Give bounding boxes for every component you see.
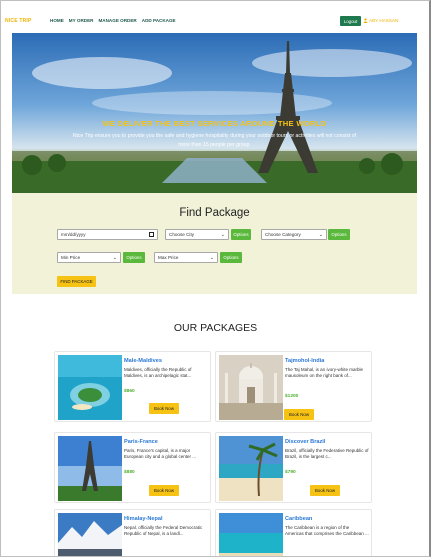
package-title[interactable]: Discover Brazil: [285, 439, 325, 445]
min-price-options-button[interactable]: Options: [123, 252, 145, 263]
package-price: $880: [124, 470, 135, 475]
max-price-options-button[interactable]: Options: [220, 252, 242, 263]
category-select-value: Choose Category: [265, 232, 301, 237]
city-options-button[interactable]: Options: [231, 229, 251, 240]
chevron-down-icon: ⌄: [112, 255, 117, 261]
min-price-select[interactable]: Min Price ⌄: [57, 252, 121, 263]
package-card[interactable]: Caribbean The Caribbean is a region of t…: [215, 509, 372, 556]
book-now-button[interactable]: Book Now: [149, 403, 179, 414]
find-package-section: Find Package mm/dd/yyyy Choose City ⌄ Op…: [12, 193, 417, 294]
package-price: $860: [124, 389, 135, 394]
choose-city-select[interactable]: Choose City ⌄: [165, 229, 229, 240]
hero-subtitle: Nice Trip ensure you to provide you the …: [72, 133, 357, 148]
min-price-value: Min Price: [61, 255, 81, 260]
package-title[interactable]: Himalay-Nepal: [124, 516, 163, 522]
user-icon: [363, 18, 368, 23]
package-card[interactable]: Paris-France Paris, France's capital, is…: [54, 432, 211, 503]
book-now-button[interactable]: Book Now: [149, 485, 179, 496]
package-description: The Taj Mahal, is an ivory-white marble …: [285, 367, 363, 379]
package-card[interactable]: Himalay-Nepal Nepal, officially the Fede…: [54, 509, 211, 556]
nav-links: HOME MY ORDER MANAGE ORDER ADD PACKAGE: [50, 18, 176, 23]
packages-title: OUR PACKAGES: [173, 322, 258, 334]
find-package-title: Find Package: [179, 207, 250, 219]
nav-my-order-link[interactable]: MY ORDER: [69, 18, 94, 23]
nav-manage-order-link[interactable]: MANAGE ORDER: [98, 18, 136, 23]
package-title[interactable]: Caribbean: [285, 516, 312, 522]
package-card[interactable]: Tajmohol-India The Taj Mahal, is an ivor…: [215, 351, 372, 422]
max-price-value: Max Price: [158, 255, 179, 260]
city-select-value: Choose City: [169, 232, 195, 237]
find-package-button[interactable]: FIND PACKAGE: [57, 276, 96, 287]
package-card[interactable]: Male-Maldives Maldives, officially the R…: [54, 351, 211, 422]
chevron-down-icon: ⌄: [318, 232, 323, 238]
calendar-icon[interactable]: [149, 232, 154, 237]
himalaya-image: [58, 513, 122, 556]
package-description: Nepal, officially the Federal Democratic…: [124, 525, 203, 537]
navbar: NICE TRIP HOME MY ORDER MANAGE ORDER ADD…: [1, 1, 429, 33]
eiffel-tower-image: [58, 436, 122, 501]
package-price: $1200: [285, 394, 299, 399]
user-profile[interactable]: ABY HASSAN: [363, 18, 398, 23]
taj-mahal-image: [219, 355, 283, 420]
eiffel-tower-hero-image: [12, 33, 417, 193]
nav-add-package-link[interactable]: ADD PACKAGE: [142, 18, 176, 23]
date-placeholder: mm/dd/yyyy: [61, 232, 86, 237]
chevron-down-icon: ⌄: [209, 255, 214, 261]
package-description: Brazil, officially the Federative Republ…: [285, 448, 369, 460]
book-now-button[interactable]: Book Now: [310, 485, 340, 496]
user-name: ABY HASSAN: [369, 18, 399, 23]
package-description: The Caribbean is a region of the America…: [285, 525, 369, 537]
book-now-button[interactable]: Book Now: [284, 409, 314, 420]
nav-home-link[interactable]: HOME: [50, 18, 64, 23]
hero-title: WE DELIVER THE BEST SERVICES AROUND THE …: [102, 119, 327, 128]
package-title[interactable]: Tajmohol-India: [285, 358, 324, 364]
package-description: Maldives, officially the Republic of Mal…: [124, 367, 192, 379]
brand-logo[interactable]: NICE TRIP: [5, 18, 32, 24]
package-price: $790: [285, 470, 296, 475]
package-description: Paris, France's capital, is a major Euro…: [124, 448, 197, 460]
category-options-button[interactable]: Options: [328, 229, 350, 240]
caribbean-image: [219, 513, 283, 556]
package-title[interactable]: Male-Maldives: [124, 358, 162, 364]
browser-viewport: NICE TRIP HOME MY ORDER MANAGE ORDER ADD…: [0, 0, 431, 557]
beach-palm-image: [219, 436, 283, 501]
max-price-select[interactable]: Max Price ⌄: [154, 252, 218, 263]
package-card[interactable]: Discover Brazil Brazil, officially the F…: [215, 432, 372, 503]
date-input[interactable]: mm/dd/yyyy: [57, 229, 158, 240]
package-title[interactable]: Paris-France: [124, 439, 158, 445]
hero-banner: WE DELIVER THE BEST SERVICES AROUND THE …: [12, 33, 417, 193]
chevron-down-icon: ⌄: [220, 232, 225, 238]
logout-button[interactable]: Logout: [340, 16, 361, 26]
choose-category-select[interactable]: Choose Category ⌄: [261, 229, 327, 240]
maldives-island-image: [58, 355, 122, 420]
